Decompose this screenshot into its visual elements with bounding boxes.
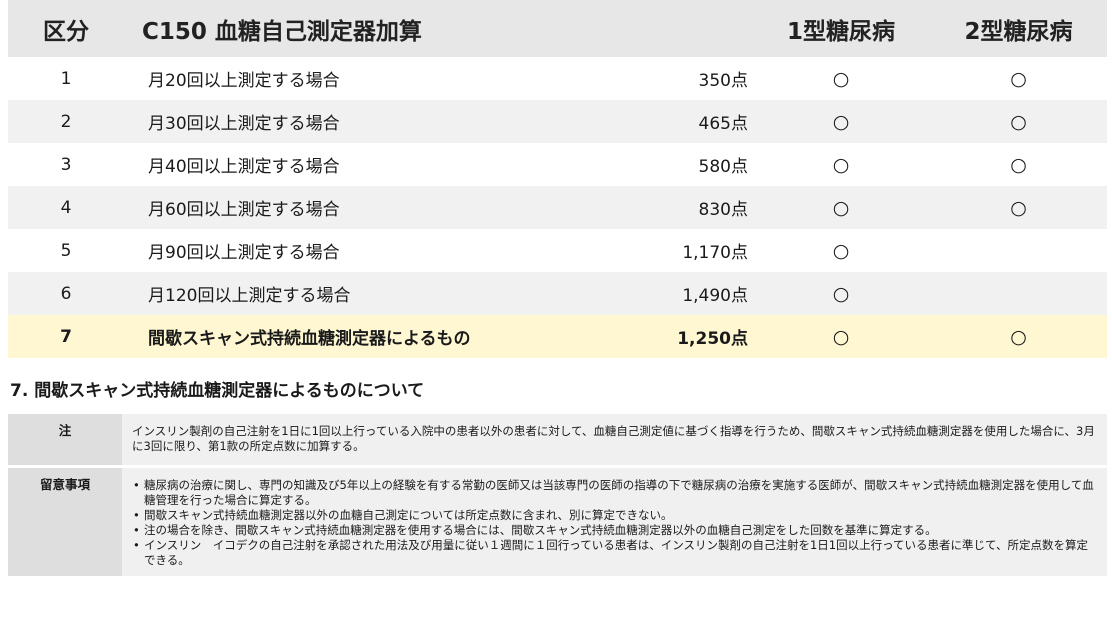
row-kubun: 1 [60, 68, 72, 89]
row-kubun: 6 [60, 283, 72, 304]
table-row: 4 月60回以上測定する場合 830点 ○ ○ [8, 186, 1107, 229]
note-label: 注 [8, 414, 122, 465]
row-kubun: 2 [60, 111, 72, 132]
table-header-row: 区分 C150 血糖自己測定器加算 1型糖尿病 2型糖尿病 [8, 0, 1107, 57]
row-type2-mark: ○ [1010, 110, 1027, 133]
remark-item: 糖尿病の治療に関し、専門の知識及び5年以上の経験を有する常勤の医師又は当該専門の… [132, 478, 1097, 508]
table-row: 1 月20回以上測定する場合 350点 ○ ○ [8, 57, 1107, 100]
notes-table: 注 インスリン製剤の自己注射を1日に1回以上行っている入院中の患者以外の患者に対… [8, 411, 1107, 579]
c150-points-table: 区分 C150 血糖自己測定器加算 1型糖尿病 2型糖尿病 1 月20回以上測定… [8, 0, 1107, 358]
row-type2-mark: ○ [1010, 325, 1027, 348]
row-type1-mark: ○ [832, 282, 850, 305]
row-kubun: 5 [60, 240, 72, 261]
table-row-highlighted: 7 間歇スキャン式持続血糖測定器によるもの 1,250点 ○ ○ [8, 315, 1107, 358]
row-points: 1,250点 [677, 329, 748, 349]
remark-item: 間歇スキャン式持続血糖測定器以外の血糖自己測定については所定点数に含まれ、別に算… [132, 508, 1097, 523]
header-type1-diabetes: 1型糖尿病 [786, 18, 895, 45]
row-type2-mark [930, 272, 1107, 315]
remarks-content: 糖尿病の治療に関し、専門の知識及び5年以上の経験を有する常勤の医師又は当該専門の… [122, 468, 1107, 576]
remarks-label: 留意事項 [8, 468, 122, 576]
remark-item: 注の場合を除き、間歇スキャン式持続血糖測定器を使用する場合には、間歇スキャン式持… [132, 523, 1097, 538]
remarks-list: 糖尿病の治療に関し、専門の知識及び5年以上の経験を有する常勤の医師又は当該専門の… [132, 478, 1097, 568]
header-title: C150 血糖自己測定器加算 [142, 18, 422, 45]
header-type2-diabetes: 2型糖尿病 [964, 18, 1073, 45]
row-description: 月40回以上測定する場合 [148, 157, 340, 177]
row-points: 350点 [698, 71, 748, 91]
header-kubun: 区分 [43, 18, 89, 45]
note-text: インスリン製剤の自己注射を1日に1回以上行っている入院中の患者以外の患者に対して… [122, 414, 1107, 465]
row-points: 580点 [698, 157, 748, 177]
table-row: 2 月30回以上測定する場合 465点 ○ ○ [8, 100, 1107, 143]
row-type2-mark: ○ [1010, 67, 1027, 90]
section-heading: 7. 間歇スキャン式持続血糖測定器によるものについて [10, 381, 425, 401]
table-row: 5 月90回以上測定する場合 1,170点 ○ [8, 229, 1107, 272]
row-type1-mark: ○ [832, 196, 850, 219]
row-description: 月30回以上測定する場合 [148, 114, 340, 134]
note-row: 注 インスリン製剤の自己注射を1日に1回以上行っている入院中の患者以外の患者に対… [8, 414, 1107, 465]
row-points: 1,170点 [682, 243, 748, 263]
row-points: 465点 [698, 114, 748, 134]
row-kubun: 7 [60, 326, 72, 347]
row-kubun: 3 [60, 154, 72, 175]
remark-item: インスリン イコデクの自己注射を承認された用法及び用量に従い１週間に１回行ってい… [132, 538, 1097, 568]
row-description: 月90回以上測定する場合 [148, 243, 340, 263]
row-type2-mark: ○ [1010, 196, 1027, 219]
row-type2-mark [930, 229, 1107, 272]
table-row: 3 月40回以上測定する場合 580点 ○ ○ [8, 143, 1107, 186]
remarks-row: 留意事項 糖尿病の治療に関し、専門の知識及び5年以上の経験を有する常勤の医師又は… [8, 468, 1107, 576]
row-points: 1,490点 [682, 286, 748, 306]
row-type1-mark: ○ [832, 67, 850, 90]
row-description: 間歇スキャン式持続血糖測定器によるもの [148, 329, 471, 349]
table-row: 6 月120回以上測定する場合 1,490点 ○ [8, 272, 1107, 315]
header-points [634, 0, 752, 57]
row-type1-mark: ○ [832, 325, 850, 348]
row-points: 830点 [698, 200, 748, 220]
row-description: 月20回以上測定する場合 [148, 71, 340, 91]
row-type1-mark: ○ [832, 110, 850, 133]
row-type2-mark: ○ [1010, 153, 1027, 176]
row-kubun: 4 [60, 197, 72, 218]
row-type1-mark: ○ [832, 153, 850, 176]
row-description: 月120回以上測定する場合 [148, 286, 351, 306]
row-description: 月60回以上測定する場合 [148, 200, 340, 220]
row-type1-mark: ○ [832, 239, 850, 262]
